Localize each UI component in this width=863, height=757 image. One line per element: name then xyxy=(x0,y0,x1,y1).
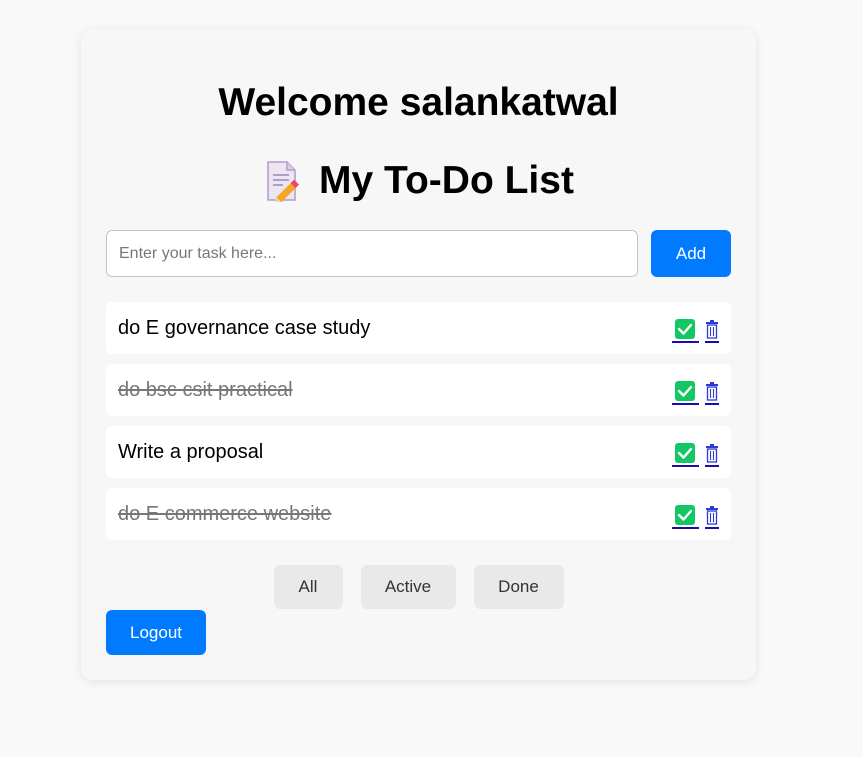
complete-link[interactable] xyxy=(672,319,699,343)
memo-pencil-icon xyxy=(263,160,303,205)
logout-button[interactable]: Logout xyxy=(106,610,206,655)
todo-text: Write a proposal xyxy=(118,441,264,463)
trash-icon xyxy=(706,320,718,339)
todo-actions xyxy=(672,505,719,529)
todo-item: do E governance case study xyxy=(106,302,731,354)
check-mark-icon xyxy=(675,381,695,401)
filter-done-button[interactable]: Done xyxy=(473,565,564,609)
check-mark-icon xyxy=(675,505,695,525)
task-input[interactable] xyxy=(106,230,638,277)
filter-active-button[interactable]: Active xyxy=(360,565,456,609)
delete-link[interactable] xyxy=(705,319,719,343)
todo-text: do bsc csit practical xyxy=(118,379,293,401)
delete-link[interactable] xyxy=(705,443,719,467)
todo-actions xyxy=(672,381,719,405)
complete-link[interactable] xyxy=(672,381,699,405)
todo-text: do E commerce website xyxy=(118,503,332,525)
filter-all-button[interactable]: All xyxy=(273,565,343,609)
check-mark-icon xyxy=(675,443,695,463)
todo-actions xyxy=(672,319,719,343)
page-title: My To-Do List xyxy=(81,159,756,205)
todo-item: do E commerce website xyxy=(106,488,731,540)
todo-card: Welcome salankatwal My To-Do List Add xyxy=(81,29,756,680)
check-mark-icon xyxy=(675,319,695,339)
filter-bar: All Active Done xyxy=(81,565,756,609)
welcome-heading: Welcome salankatwal xyxy=(218,81,619,124)
delete-link[interactable] xyxy=(705,381,719,405)
trash-icon xyxy=(706,382,718,401)
complete-link[interactable] xyxy=(672,443,699,467)
trash-icon xyxy=(706,444,718,463)
delete-link[interactable] xyxy=(705,505,719,529)
todo-actions xyxy=(672,443,719,467)
todo-list: do E governance case study do bsc csit p… xyxy=(106,302,731,550)
todo-item: do bsc csit practical xyxy=(106,364,731,416)
add-button[interactable]: Add xyxy=(651,230,731,277)
trash-icon xyxy=(706,506,718,525)
todo-text: do E governance case study xyxy=(118,317,371,339)
complete-link[interactable] xyxy=(672,505,699,529)
todo-item: Write a proposal xyxy=(106,426,731,478)
list-title-text: My To-Do List xyxy=(319,159,574,202)
